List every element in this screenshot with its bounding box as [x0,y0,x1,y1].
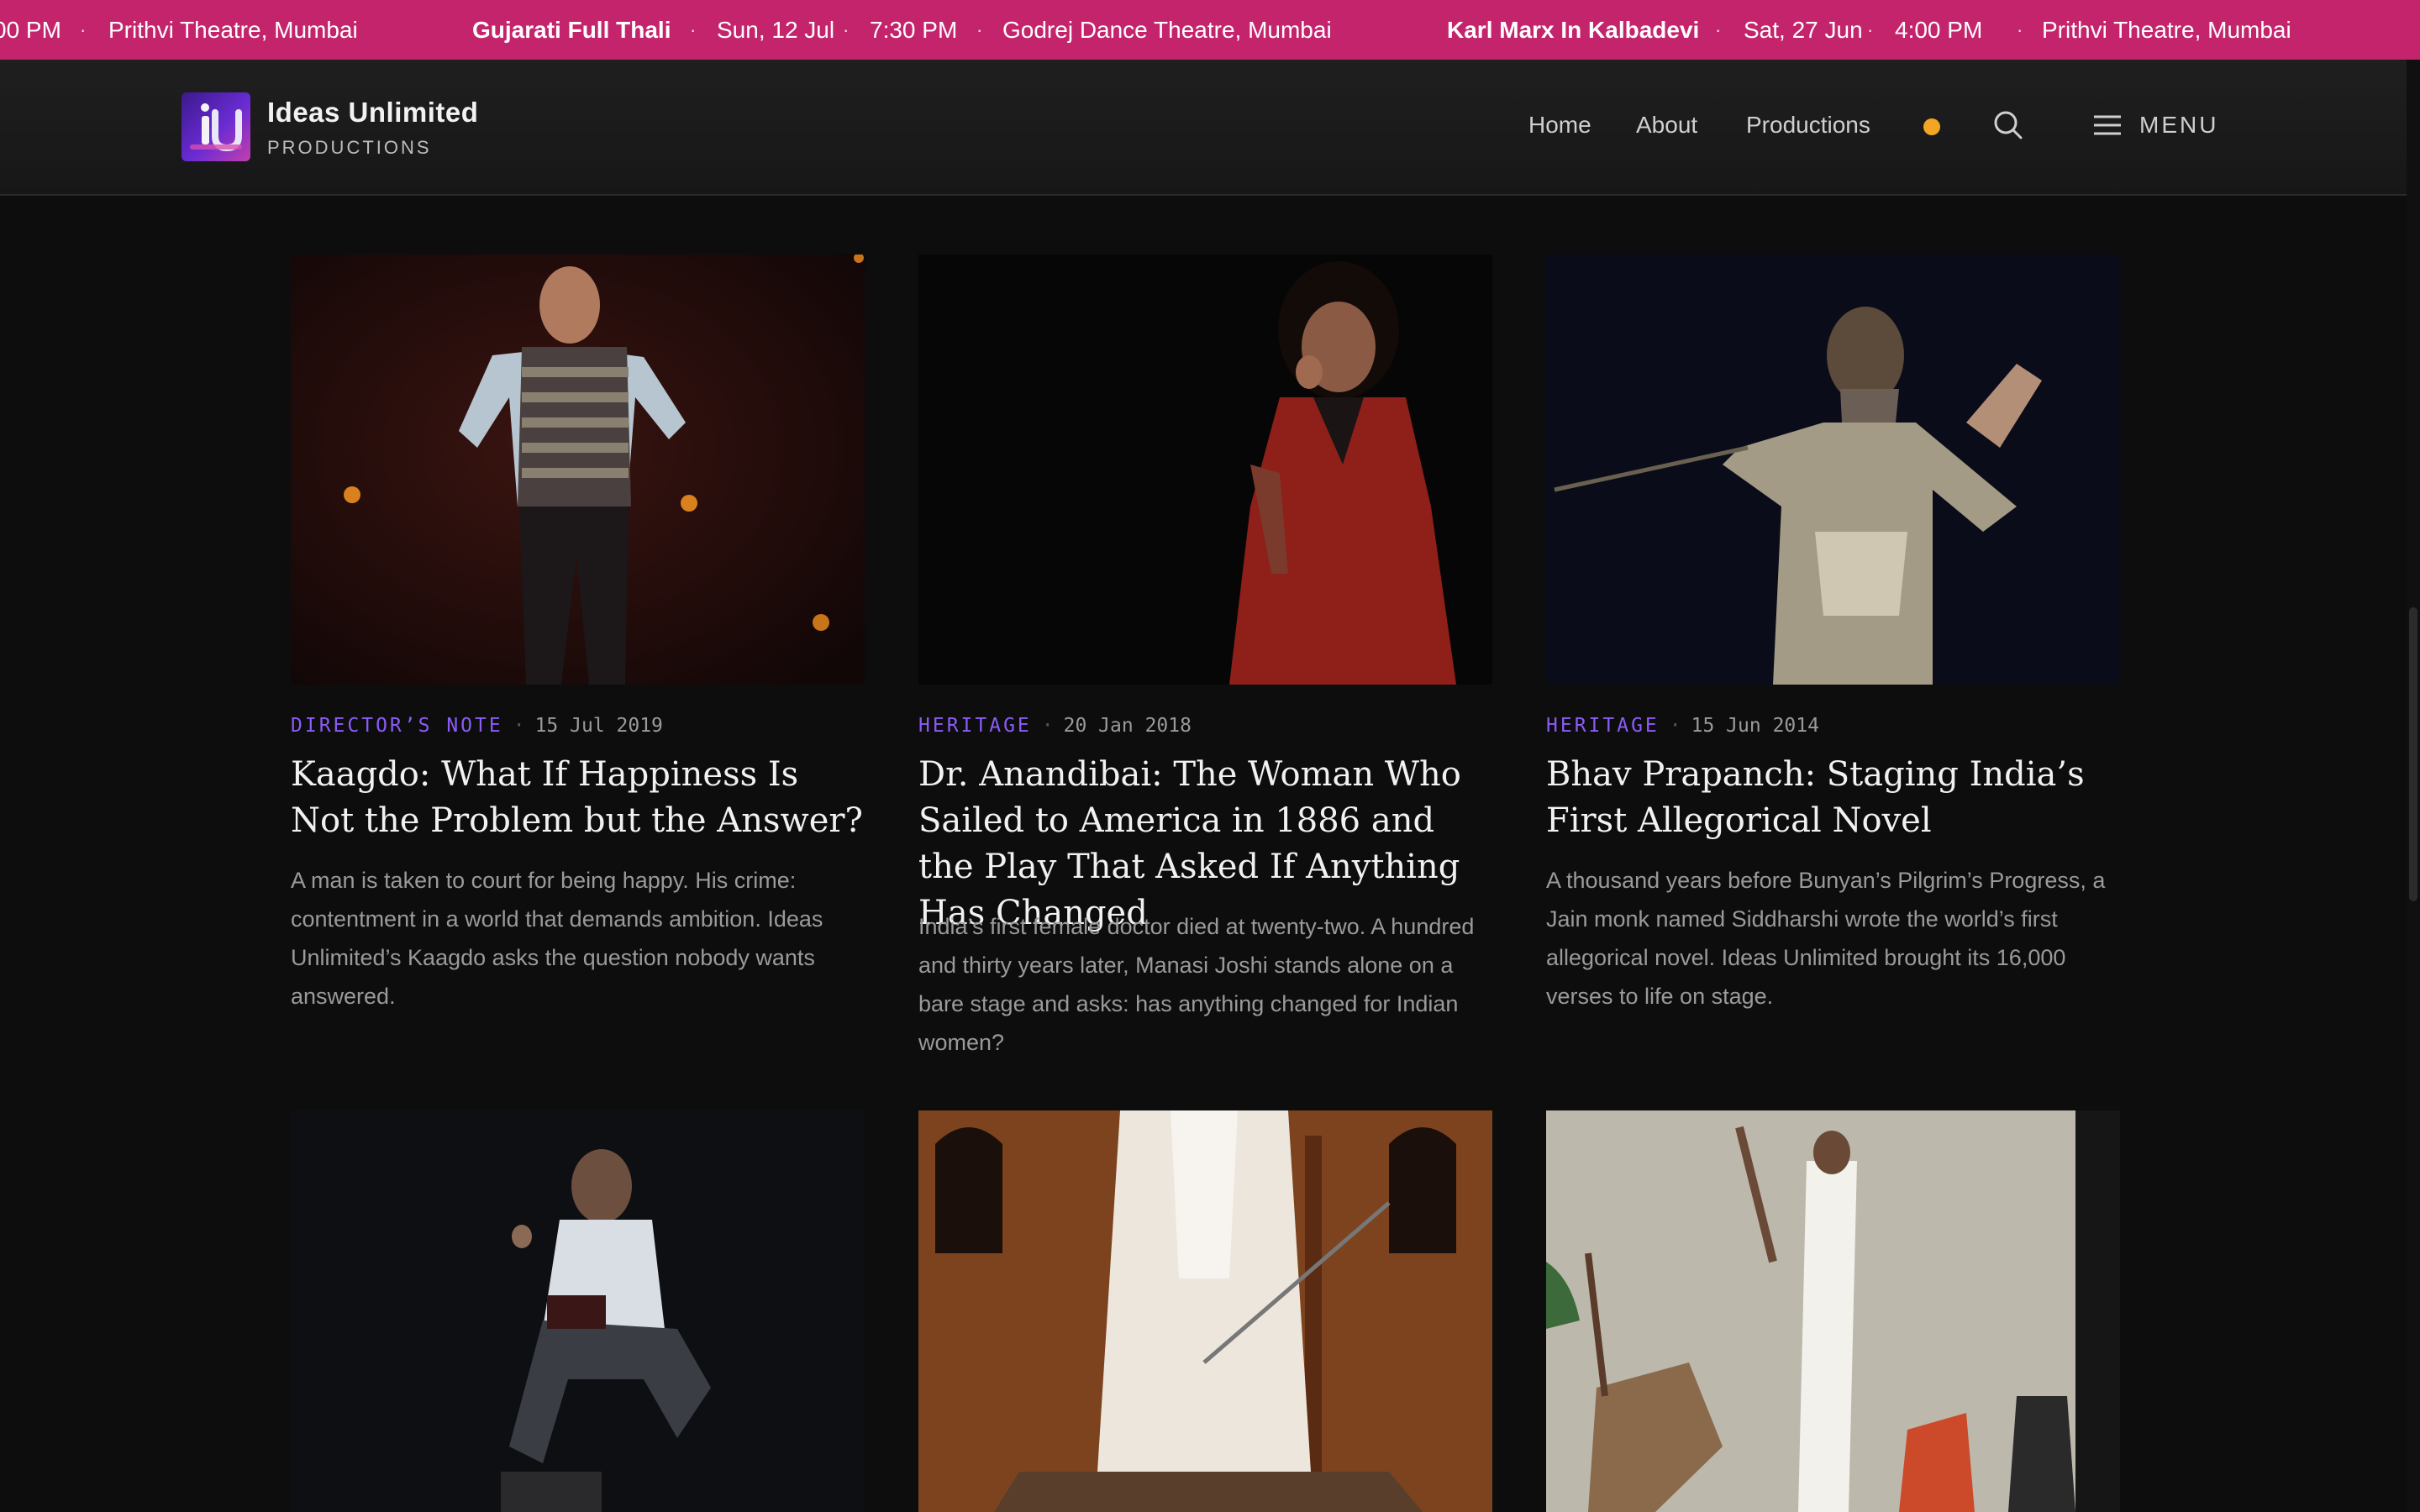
hamburger-icon [2094,115,2121,135]
article-date: 15 Jun 2014 [1691,715,1819,737]
nav-home-link[interactable]: Home [1528,112,1591,139]
ticker-item: 4:00 PM [1895,17,1983,43]
ticker-separator: · [1867,19,1874,40]
ticker-separator: · [2017,19,2023,40]
search-icon [1994,111,2023,139]
article-date: 15 Jul 2019 [534,715,663,737]
article-meta: HERITAGE · 15 Jun 2014 [1546,715,1819,737]
menu-label: MENU [2139,112,2219,138]
ticker-item-title[interactable]: Gujarati Full Thali [472,0,671,60]
ticker-item: 00 PM [0,17,61,43]
ticker-separator: · [690,19,697,40]
meta-separator: · [1041,715,1054,737]
article-excerpt: A thousand years before Bunyan’s Pilgrim… [1546,868,2106,1009]
brand-logo[interactable] [182,92,250,161]
article-meta: HERITAGE · 20 Jan 2018 [918,715,1192,737]
meta-separator: · [513,715,525,737]
ticker-item[interactable]: Prithvi Theatre, Mumbai [108,0,358,60]
ticker-separator: · [1715,19,1722,40]
nav-about-link[interactable]: About [1636,112,1697,139]
ticker-item[interactable]: Godrej Dance Theatre, Mumbai [1002,0,1332,60]
article-title[interactable]: Kaagdo: What If Happiness Is Not the Pro… [291,752,865,844]
ticker-track: 00 PM · Prithvi Theatre, Mumbai Gujarati… [0,0,2420,60]
nav-productions-link[interactable]: Productions [1746,112,1870,139]
brand-tagline: PRODUCTIONS [267,137,432,158]
article-title[interactable]: Bhav Prapanch: Staging India’s First All… [1546,752,2120,844]
article-image-row2-1[interactable] [291,1110,865,1512]
ticker-separator: · [843,19,850,40]
article-image-row2-3[interactable] [1546,1110,2120,1512]
ticker-item: Sun, 12 Jul [717,17,835,43]
ticker-item: 7:30 PM [870,17,958,43]
page-scrollbar[interactable] [2407,60,2420,1512]
ticker-item[interactable]: Prithvi Theatre, Mumbai [2042,0,2291,60]
events-ticker: 00 PM · Prithvi Theatre, Mumbai Gujarati… [0,0,2420,60]
ticker-separator: · [80,19,87,40]
ticker-item: Sat, 27 Jun [1744,17,1863,43]
article-meta: DIRECTOR’S NOTE · 15 Jul 2019 [291,715,663,737]
ticker-separator: · [976,19,983,40]
site-header: Ideas Unlimited PRODUCTIONS Home About P… [0,60,2407,196]
article-image-anandibai[interactable] [918,255,1492,685]
scrollbar-thumb[interactable] [2409,607,2417,901]
search-button[interactable] [1991,108,2025,142]
meta-separator: · [1669,715,1681,737]
article-excerpt: India’s first female doctor died at twen… [918,914,1475,1055]
status-dot-indicator [1923,118,1940,135]
article-category[interactable]: HERITAGE [918,715,1032,737]
article-excerpt: A man is taken to court for being happy.… [291,868,823,1009]
article-category[interactable]: HERITAGE [1546,715,1660,737]
article-category[interactable]: DIRECTOR’S NOTE [291,715,503,737]
menu-button[interactable]: MENU [2092,107,2218,144]
ticker-item-title[interactable]: Karl Marx In Kalbadevi [1447,0,1699,60]
article-date: 20 Jan 2018 [1063,715,1192,737]
brand-name[interactable]: Ideas Unlimited [267,97,478,129]
article-image-row2-2[interactable] [918,1110,1492,1512]
article-image-bhav-prapanch[interactable] [1546,255,2120,685]
article-image-kaagdo[interactable] [291,255,865,685]
